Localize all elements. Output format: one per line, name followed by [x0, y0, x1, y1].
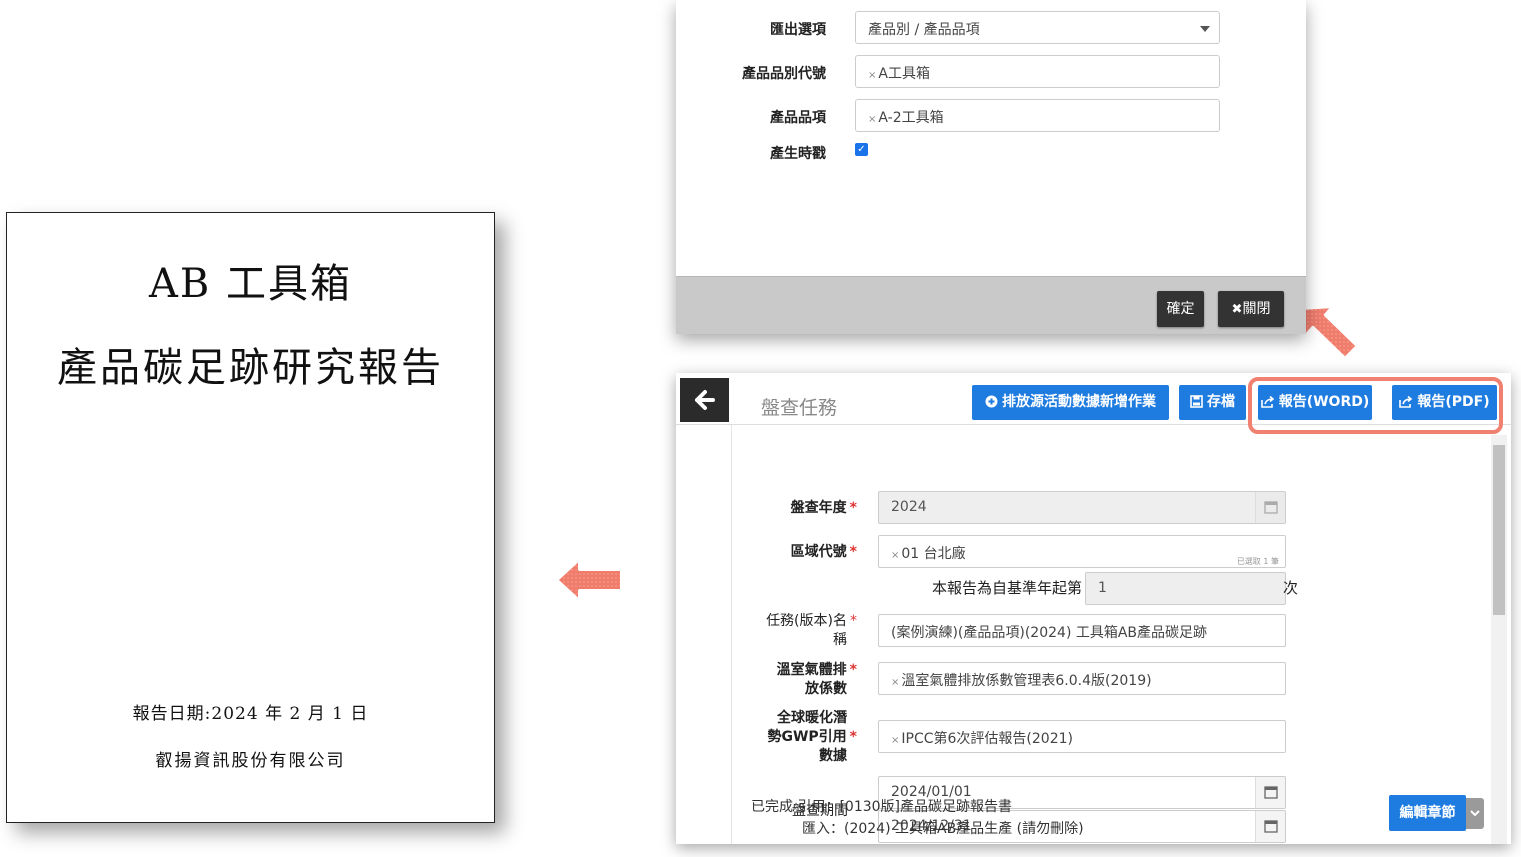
inventory-year-label: 盤查年度 *: [790, 500, 857, 516]
gwp-reference-label: 全球暖化潛 勢GWP引用 * 數據: [767, 710, 857, 764]
task-name-label: 任務(版本)名 * 稱: [766, 613, 857, 648]
region-code-field[interactable]: × 01 台北廠 已選取 1 筆: [878, 535, 1286, 568]
base-year-suffix: 次: [1283, 579, 1299, 597]
product-item-tag: A-2工具箱: [878, 110, 944, 126]
gwp-reference-tag: IPCC第6次評估報告(2021): [901, 731, 1073, 747]
status-reference-line: 已完成 引用：[0130版]產品碳足跡報告書: [751, 799, 1013, 815]
chevron-down-icon: [1200, 26, 1210, 32]
chevron-down-icon: [1470, 810, 1480, 817]
calendar-icon[interactable]: [1255, 492, 1285, 523]
remove-tag-icon[interactable]: ×: [891, 735, 899, 746]
export-option-value: 產品別 / 產品品項: [868, 22, 980, 38]
export-option-label: 匯出選項: [770, 22, 826, 38]
save-button[interactable]: 存檔: [1179, 385, 1246, 420]
gwp-reference-field[interactable]: × IPCC第6次評估報告(2021): [878, 720, 1286, 753]
remove-tag-icon[interactable]: ×: [891, 677, 899, 688]
report-company: 叡揚資訊股份有限公司: [155, 751, 346, 771]
arrow-back-icon: [695, 390, 715, 410]
page-title: 盤查任務: [761, 397, 838, 419]
inventory-form: 盤查年度 * 2024 區域代號 * × 01 台北廠 已選取 1 筆 本報告為自基準…: [731, 425, 1491, 844]
product-category-field[interactable]: × A工具箱: [855, 55, 1220, 88]
product-item-field[interactable]: × A-2工具箱: [855, 99, 1220, 132]
add-activity-data-label: 排放源活動數據新增作業: [1002, 394, 1156, 410]
base-year-count-value: 1: [1098, 580, 1107, 596]
report-cover-page: AB 工具箱 產品碳足跡研究報告 報告日期:2024 年 2 月 1 日 叡揚資…: [6, 212, 495, 823]
product-category-tag: A工具箱: [878, 66, 930, 82]
base-year-prefix: 本報告為自基準年起第: [931, 579, 1082, 597]
timestamp-label: 產生時戳: [770, 146, 826, 162]
export-option-select[interactable]: 產品別 / 產品品項: [855, 11, 1220, 44]
selected-count-note: 已選取 1 筆: [1236, 557, 1279, 566]
scrollbar-thumb[interactable]: [1493, 445, 1505, 615]
save-label: 存檔: [1207, 394, 1235, 410]
base-year-count-field[interactable]: 1: [1085, 572, 1286, 605]
product-category-label: 產品品別代號: [742, 66, 826, 82]
back-button[interactable]: [680, 378, 729, 422]
arrow-left-icon: [554, 556, 624, 604]
product-item-label: 產品品項: [770, 110, 826, 126]
edit-chapter-button[interactable]: 編輯章節: [1389, 795, 1466, 831]
close-button-label: 關閉: [1242, 301, 1271, 317]
inventory-task-panel: 盤查任務 排放源活動數據新增作業 存檔 報告(WORD) 報告(PDF) 盤查年…: [676, 373, 1511, 844]
close-button[interactable]: ✖關閉: [1218, 291, 1284, 327]
confirm-button[interactable]: 確定: [1157, 291, 1204, 327]
task-name-input[interactable]: (案例演練)(產品品項)(2024) 工具箱AB產品碳足跡: [878, 614, 1286, 647]
region-code-tag: 01 台北廠: [901, 546, 966, 562]
emission-factor-tag: 溫室氣體排放係數管理表6.0.4版(2019): [901, 673, 1152, 689]
report-title-line2: 產品碳足跡研究報告: [57, 345, 444, 391]
export-options-dialog: 匯出選項 產品別 / 產品品項 產品品別代號 × A工具箱 產品品項 × A-2工具…: [676, 0, 1306, 334]
inventory-year-field[interactable]: 2024: [878, 491, 1286, 524]
vertical-scrollbar[interactable]: [1491, 435, 1507, 844]
task-name-value: (案例演練)(產品品項)(2024) 工具箱AB產品碳足跡: [891, 625, 1208, 641]
emission-factor-field[interactable]: × 溫室氣體排放係數管理表6.0.4版(2019): [878, 662, 1286, 695]
remove-tag-icon[interactable]: ×: [891, 550, 899, 561]
close-icon: ✖: [1231, 302, 1243, 317]
inventory-year-value: 2024: [891, 499, 927, 515]
region-code-label: 區域代號 *: [790, 544, 857, 560]
dialog-footer: 確定 ✖關閉: [676, 276, 1306, 334]
edit-chapter-dropdown[interactable]: [1466, 798, 1484, 829]
report-date: 報告日期:2024 年 2 月 1 日: [132, 704, 369, 724]
status-import-line: 匯入：(2024) 工具箱AB產品生產 (請勿刪除): [802, 821, 1084, 837]
remove-tag-icon[interactable]: ×: [868, 114, 876, 125]
calendar-icon[interactable]: [1255, 777, 1285, 808]
emission-factor-label: 溫室氣體排 * 放係數: [776, 662, 857, 697]
report-title-line1: AB 工具箱: [149, 261, 352, 307]
save-icon: [1190, 395, 1203, 408]
remove-tag-icon[interactable]: ×: [868, 70, 876, 81]
timestamp-checkbox[interactable]: ✓: [855, 143, 868, 156]
calendar-icon[interactable]: [1255, 811, 1285, 842]
add-activity-data-button[interactable]: 排放源活動數據新增作業: [972, 385, 1169, 420]
plus-circle-icon: [985, 395, 998, 408]
